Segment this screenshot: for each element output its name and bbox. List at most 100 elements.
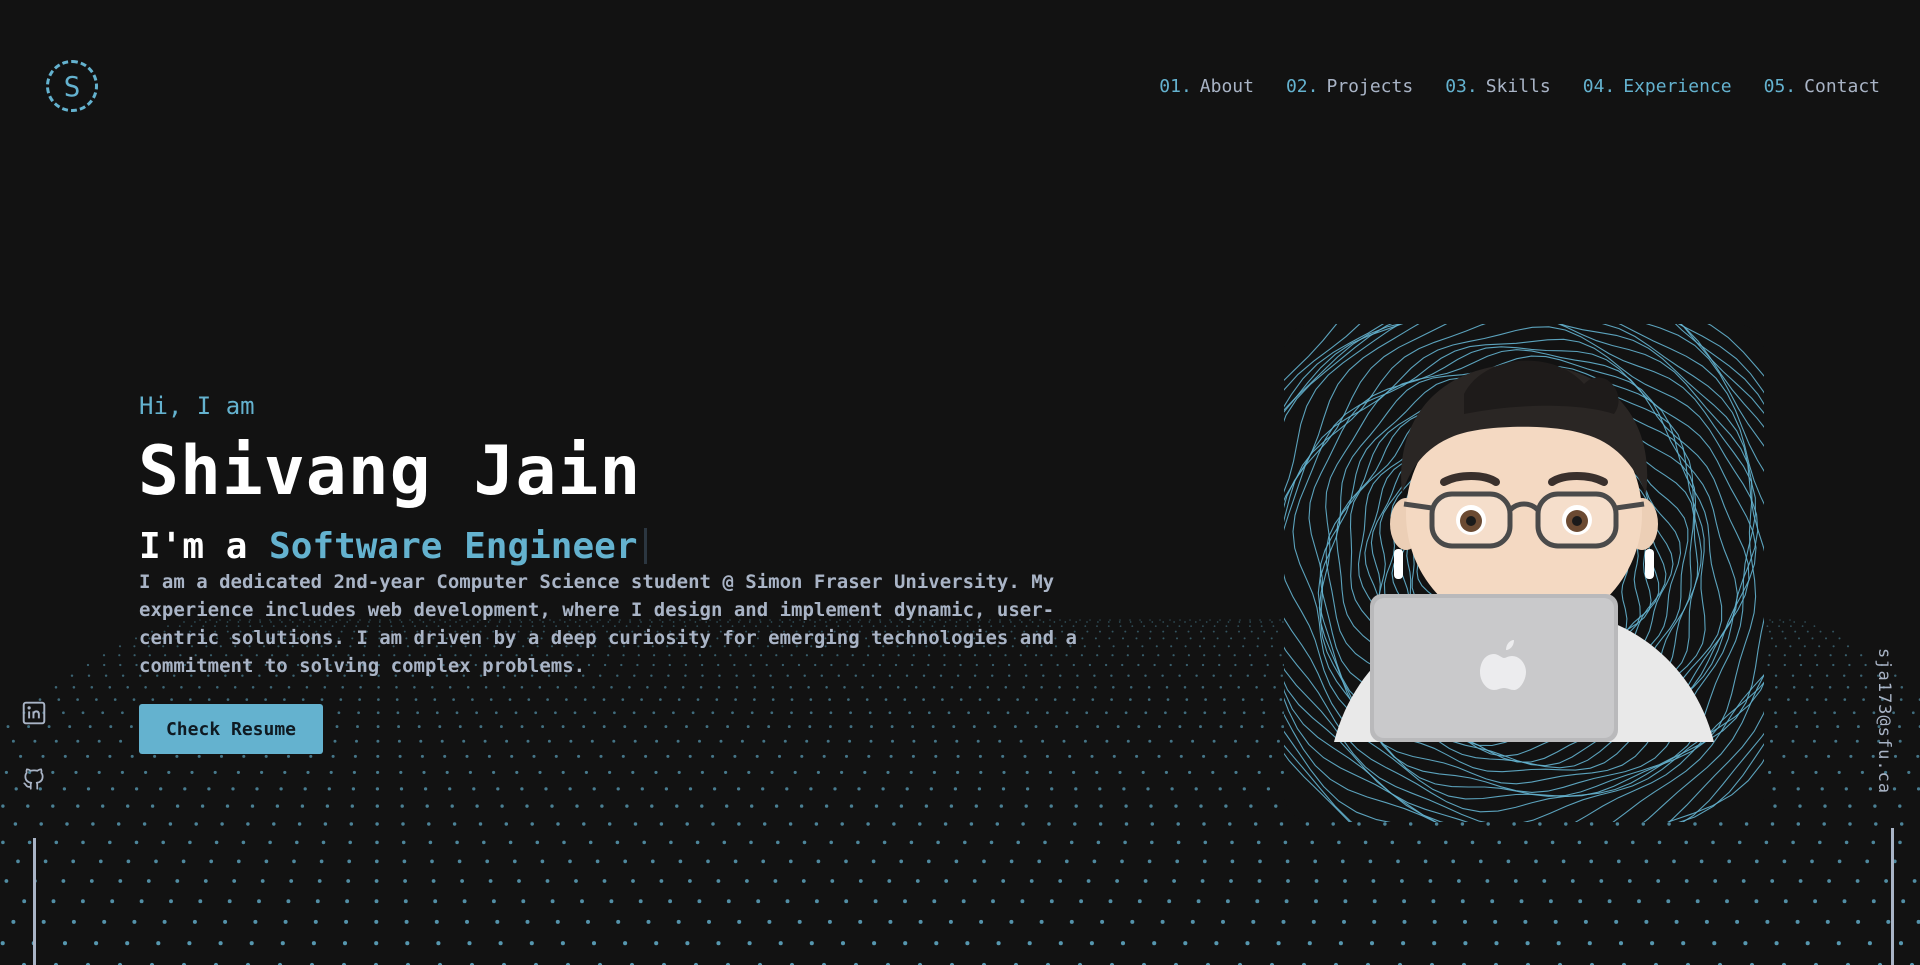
background-dot — [532, 754, 536, 758]
background-dot — [376, 739, 380, 743]
background-dot — [652, 711, 656, 715]
background-dot — [376, 770, 380, 774]
background-dot — [1241, 698, 1245, 701]
background-dot — [978, 754, 982, 758]
background-dot — [1432, 919, 1437, 924]
nav-item-projects[interactable]: 02. Projects — [1286, 76, 1413, 97]
background-dot — [26, 804, 30, 808]
background-dot — [311, 941, 316, 946]
linkedin-icon[interactable] — [21, 700, 47, 726]
email-link[interactable]: sja173@sfu.ca — [1874, 648, 1894, 794]
background-dot — [1263, 674, 1267, 677]
background-dot — [858, 919, 863, 924]
background-dot — [1894, 674, 1897, 677]
background-dot — [135, 663, 138, 667]
background-dot — [264, 698, 267, 701]
github-icon[interactable] — [21, 766, 47, 792]
background-dot — [1089, 941, 1094, 946]
background-dot — [1754, 859, 1759, 864]
background-dot — [1076, 686, 1079, 689]
background-dot — [914, 686, 918, 689]
background-dot — [133, 645, 136, 648]
background-dot — [134, 637, 138, 640]
nav-item-experience[interactable]: 04. Experience — [1583, 76, 1732, 97]
background-dot — [1916, 919, 1920, 924]
background-dot — [1281, 919, 1286, 924]
background-dot — [770, 711, 774, 715]
background-dot — [1120, 941, 1126, 946]
background-dot — [947, 711, 951, 715]
background-dot — [119, 663, 122, 667]
background-dot — [61, 879, 66, 883]
background-dot — [113, 698, 117, 701]
nav-label: Skills — [1485, 76, 1551, 97]
background-dot — [471, 698, 474, 701]
background-dot — [1550, 840, 1555, 845]
background-dot — [1250, 663, 1253, 667]
background-dot — [1783, 654, 1786, 657]
background-dot — [1744, 822, 1749, 826]
background-dot — [869, 739, 873, 743]
background-dot — [335, 725, 339, 729]
background-dot — [676, 919, 681, 924]
background-dot — [1313, 859, 1318, 864]
background-dot — [1695, 899, 1700, 904]
background-dot — [944, 879, 949, 883]
background-dot — [1767, 663, 1770, 667]
background-dot — [1864, 686, 1868, 689]
background-dot — [220, 822, 224, 826]
background-dot — [668, 899, 673, 904]
background-dot — [1169, 739, 1173, 743]
background-dot — [1141, 645, 1144, 648]
nav-item-about[interactable]: 01. About — [1159, 76, 1254, 97]
background-dot — [1795, 919, 1800, 924]
background-dot — [455, 711, 459, 715]
background-dot — [573, 711, 577, 715]
nav-item-contact[interactable]: 05. Contact — [1764, 76, 1880, 97]
background-dot — [1783, 899, 1788, 904]
background-dot — [329, 770, 333, 774]
background-dot — [292, 859, 296, 864]
background-dot — [608, 770, 612, 774]
background-dot — [1183, 686, 1187, 689]
background-dot — [465, 919, 469, 924]
background-dot — [599, 754, 603, 758]
background-dot — [1862, 698, 1865, 701]
background-dot — [675, 804, 679, 808]
background-dot — [520, 686, 524, 689]
background-dot — [1124, 630, 1127, 633]
background-dot — [544, 787, 548, 791]
background-dot — [1423, 859, 1428, 864]
role-prefix: I'm a — [139, 526, 270, 567]
background-dot — [936, 840, 940, 845]
background-dot — [1024, 804, 1028, 808]
logo[interactable]: S — [46, 60, 98, 112]
background-dot — [462, 899, 467, 904]
background-dot — [628, 686, 631, 689]
background-dot — [934, 754, 938, 758]
nav-item-skills[interactable]: 03. Skills — [1445, 76, 1551, 97]
background-dot — [654, 770, 658, 774]
background-dot — [972, 879, 977, 883]
background-dot — [283, 770, 287, 774]
background-dot — [313, 919, 318, 924]
background-dot — [1782, 621, 1785, 623]
background-dot — [915, 879, 920, 883]
background-dot — [54, 840, 59, 845]
background-dot — [1525, 941, 1530, 946]
background-dot — [1310, 840, 1314, 845]
background-dot — [1153, 663, 1156, 667]
check-resume-button[interactable]: Check Resume — [139, 704, 323, 754]
background-dot — [218, 941, 223, 946]
background-dot — [428, 840, 433, 845]
background-dot — [167, 770, 171, 774]
background-dot — [377, 698, 380, 701]
background-dot — [159, 787, 163, 791]
background-dot — [529, 941, 534, 946]
background-dot — [1266, 663, 1269, 667]
background-dot — [1428, 879, 1433, 883]
background-dot — [1219, 686, 1223, 689]
background-dot — [1196, 899, 1201, 904]
background-dot — [1249, 621, 1252, 623]
background-dot — [1009, 859, 1014, 864]
